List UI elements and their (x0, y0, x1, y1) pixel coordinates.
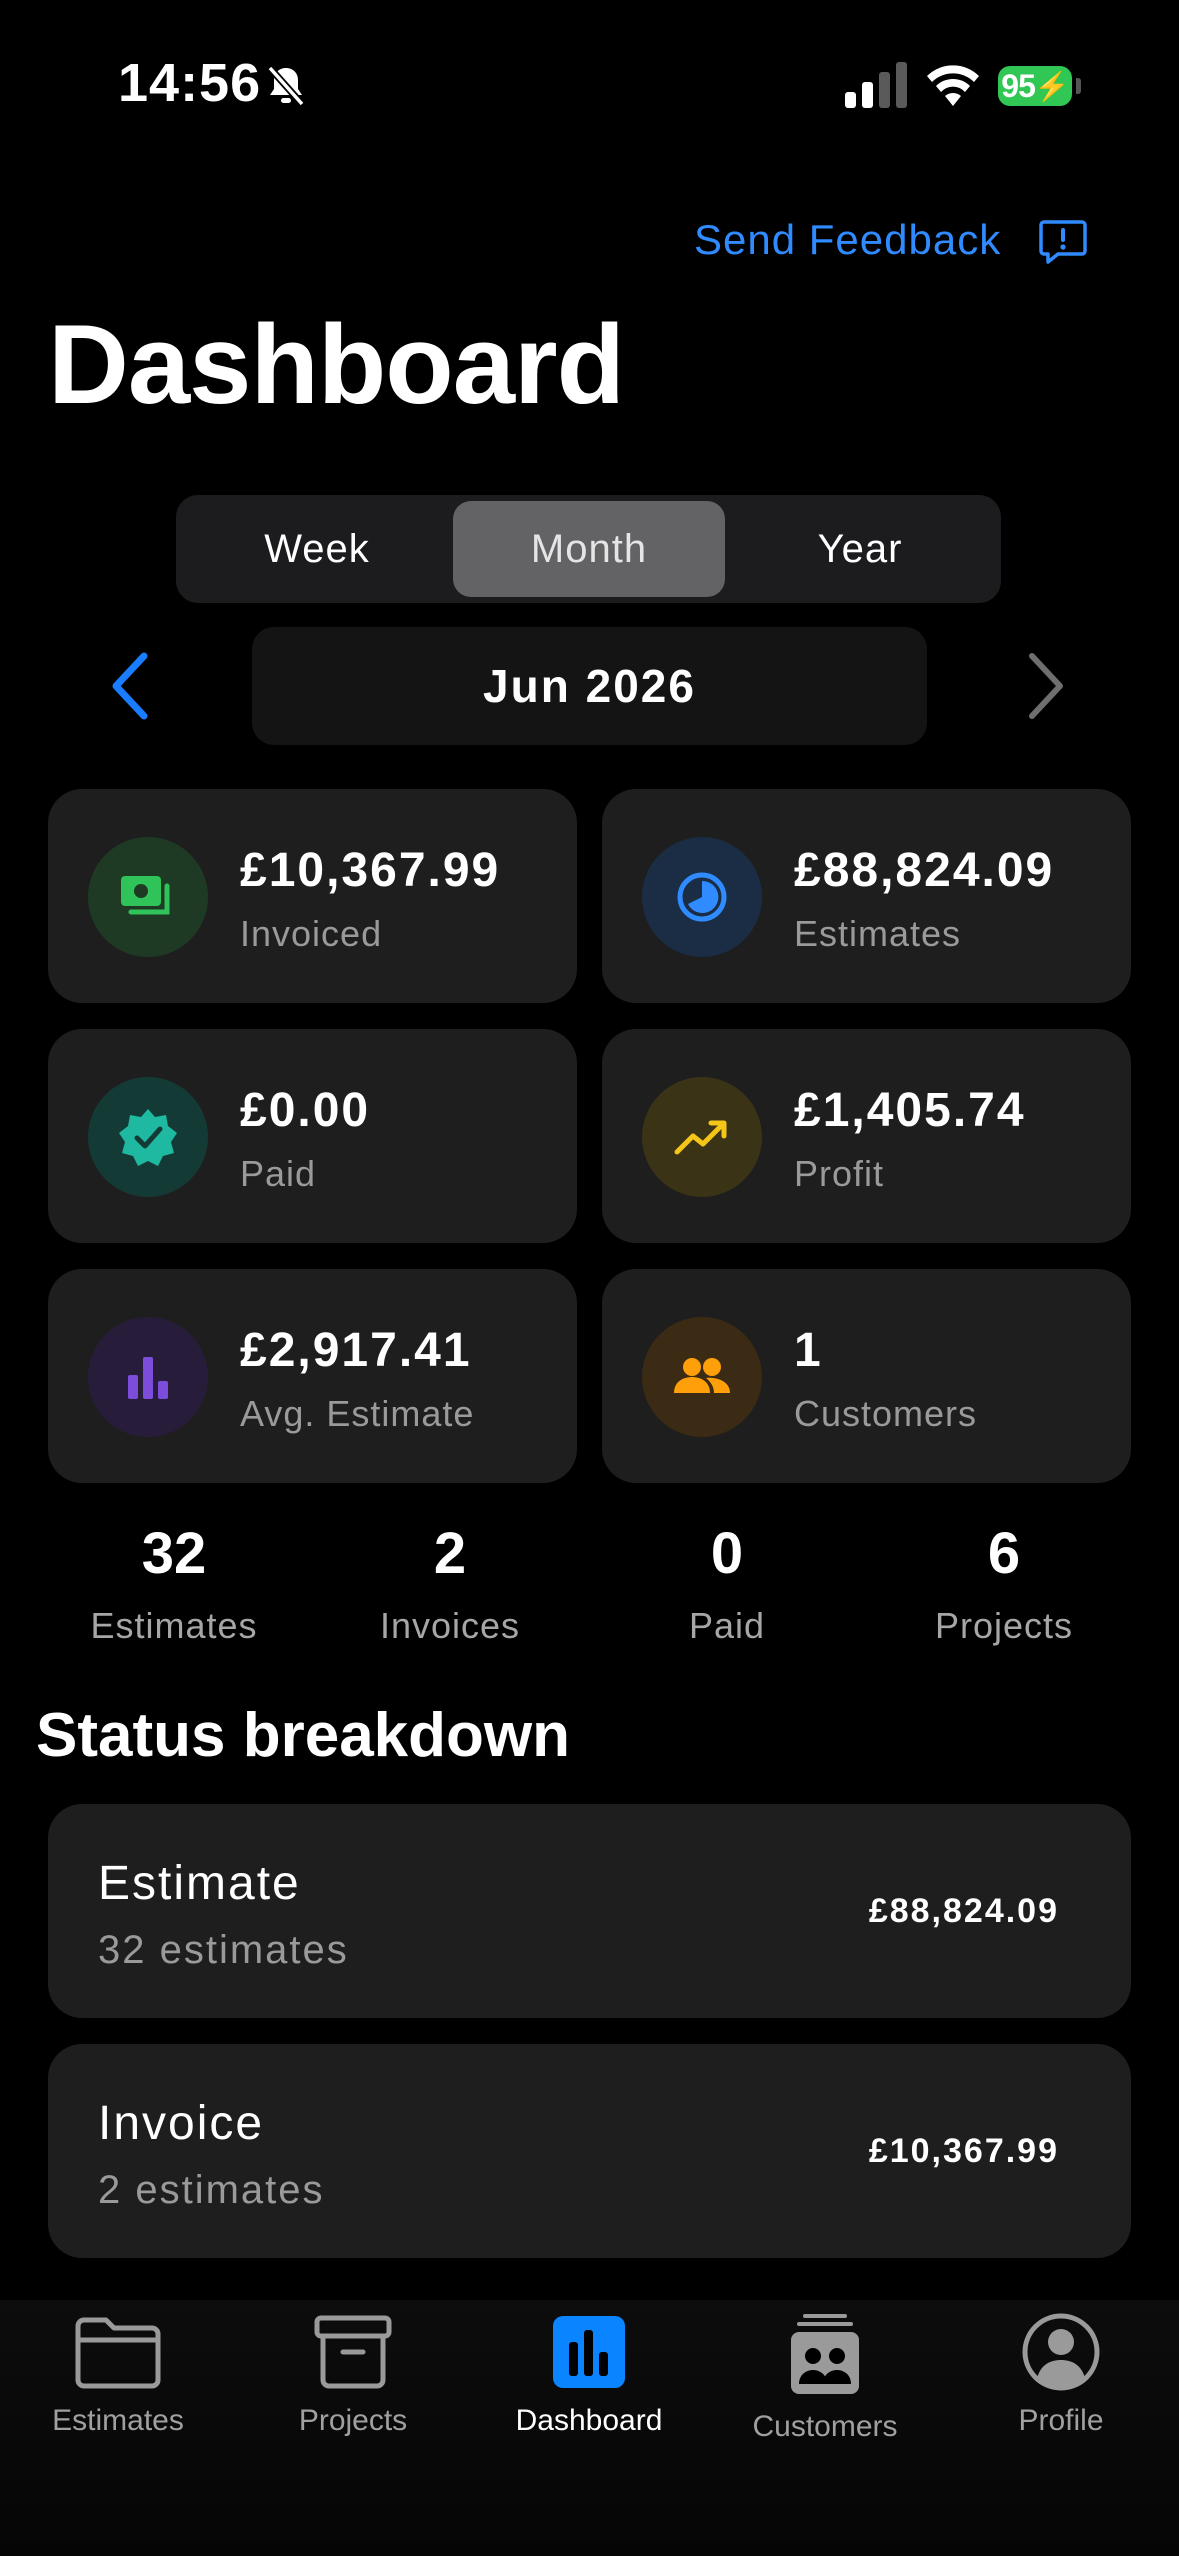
status-name: Invoice (98, 2097, 265, 2150)
tab-estimates[interactable]: Estimates (18, 2312, 218, 2438)
wifi-icon (927, 65, 979, 106)
status-count: 32 estimates (98, 1928, 349, 1972)
metric-label: Paid (240, 1153, 317, 1194)
count-number: 2 (433, 1521, 467, 1586)
metric-label: Avg. Estimate (240, 1393, 475, 1434)
metric-label: Profit (794, 1153, 885, 1194)
status-time: 14:56 (118, 53, 262, 113)
pie-chart-icon (642, 837, 762, 957)
tab-profile[interactable]: Profile (961, 2312, 1161, 2438)
battery-tip (1076, 78, 1081, 94)
metric-value: £1,405.74 (794, 1084, 1026, 1137)
metric-card-profit[interactable]: £1,405.74 Profit (602, 1029, 1131, 1243)
metric-label: Customers (794, 1393, 978, 1434)
count-number: 0 (710, 1521, 744, 1586)
chevron-left-icon[interactable] (108, 650, 154, 722)
people-icon (642, 1317, 762, 1437)
tab-dashboard[interactable]: Dashboard (489, 2312, 689, 2438)
metric-card-avg-estimate[interactable]: £2,917.41 Avg. Estimate (48, 1269, 577, 1483)
segment-week[interactable]: Week (181, 501, 453, 597)
status-count: 2 estimates (98, 2168, 325, 2212)
person-circle-icon (1022, 2313, 1100, 2391)
metric-label: Estimates (794, 913, 962, 954)
dashboard-chart-icon (553, 2316, 625, 2388)
battery-indicator: 95 ⚡ (998, 66, 1072, 106)
tab-label: Estimates (52, 2404, 184, 2437)
status-row-invoice[interactable]: Invoice 2 estimates £10,367.99 (48, 2044, 1131, 2258)
status-row-estimate[interactable]: Estimate 32 estimates £88,824.09 (48, 1804, 1131, 2018)
count-paid: 0 Paid (587, 1520, 867, 1647)
section-title: Status breakdown (36, 1701, 570, 1770)
send-feedback-link[interactable]: Send Feedback (694, 216, 1001, 264)
tab-label: Dashboard (515, 2404, 663, 2437)
tab-label: Customers (752, 2410, 898, 2443)
page-title: Dashboard (48, 302, 625, 427)
count-number: 6 (987, 1521, 1021, 1586)
count-projects: 6 Projects (864, 1520, 1144, 1647)
count-label: Projects (934, 1605, 1074, 1646)
period-segmented-control: Week Month Year (176, 495, 1001, 603)
count-number: 32 (141, 1521, 207, 1586)
segment-month[interactable]: Month (453, 501, 725, 597)
chevron-right-icon[interactable] (1022, 650, 1068, 722)
segment-year[interactable]: Year (724, 501, 996, 597)
metric-value: 1 (794, 1324, 823, 1377)
trending-up-icon (642, 1077, 762, 1197)
contacts-icon (791, 2314, 859, 2394)
metric-value: £10,367.99 (240, 844, 501, 897)
bell-muted-icon (267, 65, 305, 107)
metric-label: Invoiced (240, 913, 383, 954)
bar-chart-icon (88, 1317, 208, 1437)
cellular-signal-icon (845, 62, 907, 108)
folder-icon (75, 2317, 161, 2389)
archive-box-icon (314, 2315, 392, 2389)
charging-bolt-icon: ⚡ (1034, 70, 1070, 102)
banknote-icon (88, 837, 208, 957)
count-invoices: 2 Invoices (310, 1520, 590, 1647)
metric-card-estimates[interactable]: £88,824.09 Estimates (602, 789, 1131, 1003)
metric-card-paid[interactable]: £0.00 Paid (48, 1029, 577, 1243)
tab-customers[interactable]: Customers (725, 2312, 925, 2444)
status-amount: £88,824.09 (868, 1892, 1059, 1930)
metric-value: £88,824.09 (794, 844, 1055, 897)
metric-value: £2,917.41 (240, 1324, 472, 1377)
current-period[interactable]: Jun 2026 (252, 627, 927, 745)
feedback-bubble-icon[interactable] (1038, 216, 1088, 266)
metric-card-invoiced[interactable]: £10,367.99 Invoiced (48, 789, 577, 1003)
count-label: Estimates (90, 1605, 258, 1646)
verified-check-icon (88, 1077, 208, 1197)
metric-value: £0.00 (240, 1084, 371, 1137)
count-label: Paid (688, 1605, 766, 1646)
tab-projects[interactable]: Projects (253, 2312, 453, 2438)
tab-label: Profile (1018, 2404, 1104, 2437)
status-name: Estimate (98, 1857, 301, 1910)
count-label: Invoices (379, 1605, 521, 1646)
battery-level: 95 (1001, 67, 1036, 104)
status-amount: £10,367.99 (868, 2132, 1059, 2170)
tab-label: Projects (298, 2404, 408, 2437)
metric-card-customers[interactable]: 1 Customers (602, 1269, 1131, 1483)
count-estimates: 32 Estimates (34, 1520, 314, 1647)
